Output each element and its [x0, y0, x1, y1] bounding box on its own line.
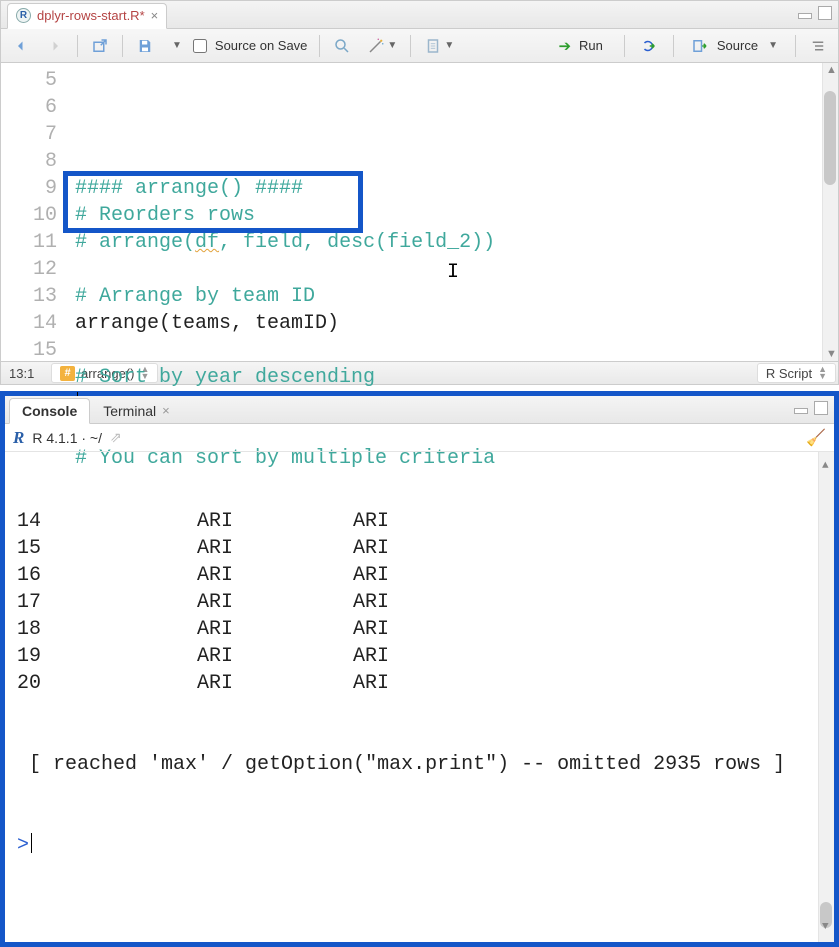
rerun-button[interactable] — [633, 33, 665, 59]
run-arrow-icon: ➔ — [558, 37, 571, 55]
line-number: 12 — [1, 256, 57, 283]
r-file-icon: R — [16, 8, 31, 23]
code-tools-button[interactable]: ▼ — [362, 33, 402, 59]
source-icon — [691, 37, 709, 55]
console-row: 17 ARI ARI — [17, 589, 832, 616]
close-icon[interactable]: × — [162, 403, 170, 418]
share-icon[interactable]: ⇗ — [110, 429, 122, 446]
line-number: 11 — [1, 229, 57, 256]
tab-label: Terminal — [103, 403, 156, 419]
console-row: 14 ARI ARI — [17, 508, 832, 535]
editor-pane: R dplyr-rows-start.R* × ▼ — [0, 0, 839, 385]
line-number: 10 — [1, 202, 57, 229]
console-pane: Console Terminal × R R 4.1.1 · ~/ ⇗ 🧹 14 A… — [0, 391, 839, 947]
line-number: 9 — [1, 175, 57, 202]
console-row: 16 ARI ARI — [17, 562, 832, 589]
scroll-up-icon[interactable]: ▲ — [826, 64, 837, 76]
code-line[interactable]: # arrange(df, field, desc(field_2)) — [75, 229, 838, 256]
console-row: 20 ARI ARI — [17, 670, 832, 697]
console-version: R 4.1.1 · ~/ — [32, 430, 102, 446]
pane-window-buttons — [798, 6, 832, 20]
code-line[interactable]: # Reorders rows — [75, 202, 838, 229]
find-button[interactable] — [328, 33, 356, 59]
console-output[interactable]: 14 ARI ARI15 ARI ARI16 ARI ARI17 ARI ARI… — [5, 452, 834, 942]
section-icon: # — [60, 366, 75, 381]
scroll-up-icon[interactable]: ▲ — [822, 453, 829, 480]
search-icon — [333, 37, 351, 55]
tab-label: Console — [22, 403, 77, 419]
terminal-tab[interactable]: Terminal × — [90, 398, 183, 424]
line-number: 15 — [1, 337, 57, 364]
line-number: 7 — [1, 121, 57, 148]
file-tab-label: dplyr-rows-start.R* — [37, 8, 145, 23]
maximize-pane-icon[interactable] — [818, 6, 832, 20]
popout-icon — [91, 37, 109, 55]
line-number: 13 — [1, 283, 57, 310]
file-tab[interactable]: R dplyr-rows-start.R* × — [7, 3, 167, 29]
arrow-right-icon — [46, 37, 64, 55]
wand-icon — [367, 37, 385, 55]
console-tab[interactable]: Console — [9, 398, 90, 424]
back-button[interactable] — [7, 33, 35, 59]
console-row: 18 ARI ARI — [17, 616, 832, 643]
outline-icon — [809, 37, 827, 55]
arrow-left-icon — [12, 37, 30, 55]
save-dropdown[interactable]: ▼ — [165, 33, 187, 59]
outline-button[interactable] — [804, 33, 832, 59]
source-on-save-checkbox[interactable] — [193, 39, 207, 53]
compile-report-button[interactable]: ▼ — [419, 33, 459, 59]
save-button[interactable] — [131, 33, 159, 59]
text-cursor-icon: I — [447, 263, 459, 283]
run-label: Run — [575, 38, 607, 53]
line-number-gutter: 56789101112131415 — [1, 63, 67, 361]
scroll-down-icon[interactable]: ▼ — [826, 348, 837, 360]
code-line[interactable]: arrange(teams, teamID) — [75, 310, 838, 337]
code-editor[interactable]: 56789101112131415 I #### arrange() #####… — [1, 63, 838, 361]
code-line[interactable] — [75, 337, 838, 364]
line-number: 14 — [1, 310, 57, 337]
console-scrollbar[interactable]: ▲ ▼ — [818, 452, 834, 942]
editor-tabstrip: R dplyr-rows-start.R* × — [1, 1, 838, 29]
rerun-icon — [638, 37, 660, 55]
console-tabstrip: Console Terminal × — [5, 396, 834, 424]
console-info-bar: R R 4.1.1 · ~/ ⇗ 🧹 — [5, 424, 834, 452]
run-button[interactable]: ➔ Run — [549, 33, 615, 59]
console-row: 19 ARI ARI — [17, 643, 832, 670]
close-icon[interactable]: × — [151, 8, 159, 23]
minimize-pane-icon[interactable] — [798, 13, 812, 19]
code-line[interactable]: # Arrange by team ID — [75, 283, 838, 310]
clear-console-icon[interactable]: 🧹 — [806, 428, 826, 448]
line-number: 5 — [1, 67, 57, 94]
forward-button[interactable] — [41, 33, 69, 59]
show-in-new-window-button[interactable] — [86, 33, 114, 59]
r-logo-icon: R — [13, 428, 24, 448]
line-number: 8 — [1, 148, 57, 175]
code-line[interactable]: #### arrange() #### — [75, 175, 838, 202]
source-label: Source — [713, 38, 762, 53]
console-footer-line: [ reached 'max' / getOption("max.print")… — [17, 751, 807, 778]
minimize-pane-icon[interactable] — [794, 408, 808, 414]
code-line[interactable]: # Sort by year descending — [75, 364, 838, 391]
console-prompt-line[interactable]: > — [17, 832, 832, 859]
code-area[interactable]: I #### arrange() ##### Reorders rows# ar… — [67, 63, 838, 361]
notebook-icon — [424, 37, 442, 55]
save-icon — [136, 37, 154, 55]
source-button[interactable]: Source ▼ — [682, 33, 787, 59]
scroll-down-icon[interactable]: ▼ — [822, 914, 829, 941]
console-row: 15 ARI ARI — [17, 535, 832, 562]
line-number: 6 — [1, 94, 57, 121]
source-on-save-label: Source on Save — [211, 38, 312, 53]
console-window-buttons — [794, 401, 828, 415]
editor-toolbar: ▼ Source on Save ▼ ▼ ➔ Run — [1, 29, 838, 63]
editor-scrollbar[interactable]: ▲ ▼ — [822, 63, 838, 361]
editor-scroll-thumb[interactable] — [824, 91, 836, 185]
maximize-pane-icon[interactable] — [814, 401, 828, 415]
cursor-position: 13:1 — [3, 366, 51, 381]
console-prompt: > — [17, 834, 29, 857]
source-on-save-toggle[interactable]: Source on Save — [193, 38, 312, 53]
